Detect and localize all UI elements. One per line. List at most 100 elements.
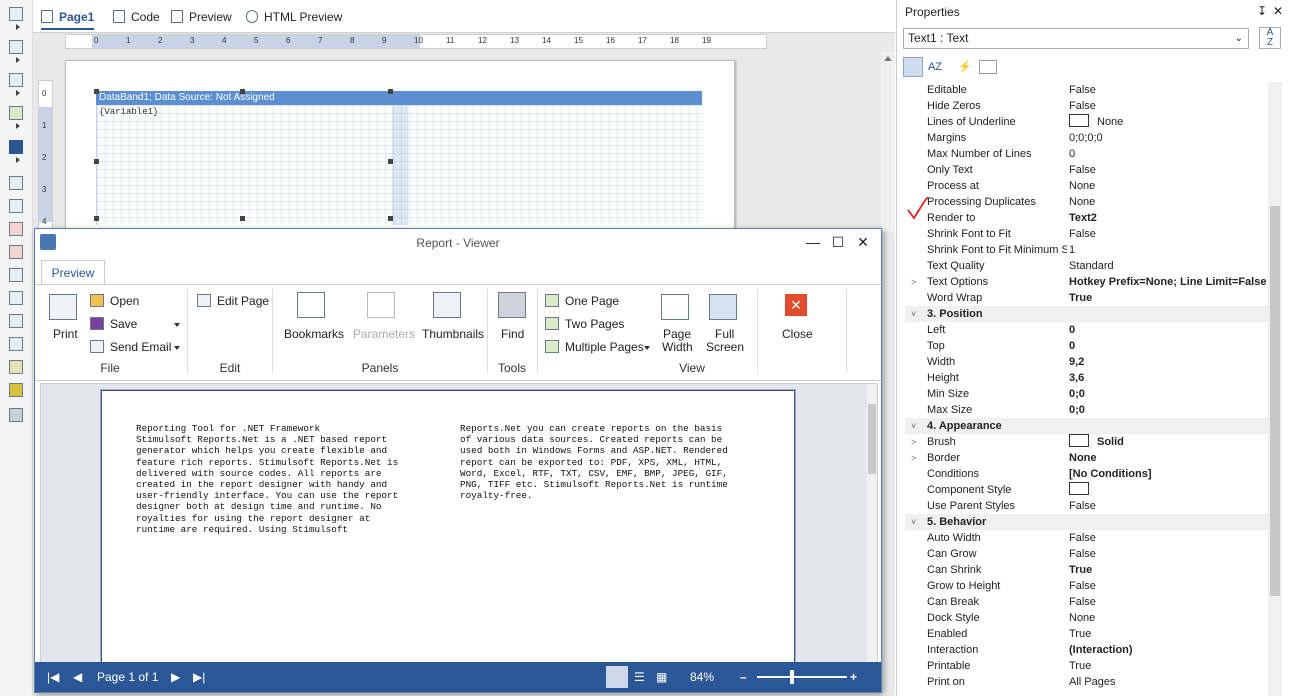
edit-page-button[interactable]: Edit Page [217, 294, 269, 308]
property-row[interactable]: Top 0 [905, 338, 1268, 354]
prev-page-icon[interactable]: ◀ [73, 670, 82, 684]
property-row[interactable]: Margins 0;0;0;0 [905, 130, 1268, 146]
zoom-slider-thumb[interactable] [790, 670, 794, 684]
resize-handle[interactable] [388, 159, 393, 164]
thumbnails-button[interactable]: Thumbnails [422, 327, 484, 341]
property-row[interactable]: Interaction (Interaction) [905, 642, 1268, 658]
property-row[interactable]: Conditions [No Conditions] [905, 466, 1268, 482]
one-page-button[interactable]: One Page [565, 294, 619, 308]
continuous-view-icon[interactable]: ☰ [634, 670, 645, 684]
close-icon[interactable]: ✕ [785, 294, 807, 316]
panel-icon[interactable] [9, 268, 23, 282]
image-component-icon[interactable] [9, 106, 23, 120]
zoom-in-icon[interactable]: + [850, 670, 857, 684]
property-value[interactable]: Solid [1069, 434, 1268, 450]
component-selector[interactable]: Text1 : Text ⌄ [903, 28, 1249, 49]
bookmarks-button[interactable]: Bookmarks [284, 327, 344, 341]
header-band-icon[interactable] [9, 40, 23, 54]
property-row[interactable]: Component Style [905, 482, 1268, 498]
close-button[interactable]: Close [782, 327, 813, 341]
tab-page1[interactable]: Page1 [41, 6, 95, 30]
property-row[interactable]: Processing Duplicates None [905, 194, 1268, 210]
tab-code[interactable]: Code [113, 6, 160, 28]
property-value[interactable]: None [1069, 194, 1268, 210]
chevron-down-icon[interactable] [174, 323, 180, 327]
scroll-thumb[interactable] [868, 404, 876, 474]
property-row[interactable]: Can Shrink True [905, 562, 1268, 578]
property-value[interactable]: True [1069, 658, 1268, 674]
resize-handle[interactable] [388, 89, 393, 94]
open-folder-icon[interactable] [90, 294, 104, 307]
last-page-icon[interactable]: ▶| [193, 670, 205, 684]
open-button[interactable]: Open [110, 294, 139, 308]
edit-page-icon[interactable] [197, 294, 211, 307]
chart-icon[interactable] [9, 383, 23, 397]
thumbnails-icon[interactable] [433, 292, 461, 318]
close-window-icon[interactable]: ✕ [853, 233, 873, 251]
full-screen-icon[interactable] [709, 294, 737, 320]
puzzle-component-icon[interactable] [9, 140, 23, 154]
property-value[interactable]: False [1069, 98, 1268, 114]
property-row[interactable]: Hide Zeros False [905, 98, 1268, 114]
databand-header[interactable]: DataBand1; Data Source: Not Assigned [96, 91, 702, 105]
send-email-icon[interactable] [90, 340, 104, 353]
report-page[interactable]: DataBand1; Data Source: Not Assigned {Va… [65, 60, 735, 232]
save-button[interactable]: Save [110, 317, 137, 331]
preview-vertical-scrollbar[interactable] [867, 384, 877, 662]
property-value[interactable]: False [1069, 530, 1268, 546]
tab-html-preview[interactable]: HTML Preview [246, 6, 342, 28]
designer-vertical-scrollbar[interactable] [881, 52, 895, 232]
property-value[interactable]: Standard [1069, 258, 1268, 274]
property-value[interactable]: None [1069, 178, 1268, 194]
print-button[interactable]: Print [53, 327, 78, 341]
property-row[interactable]: Only Text False [905, 162, 1268, 178]
property-category[interactable]: ˅ 5. Behavior [905, 514, 1268, 530]
property-row[interactable]: Width 9,2 [905, 354, 1268, 370]
property-value[interactable]: 0;0 [1069, 386, 1268, 402]
tab-preview[interactable]: Preview [171, 6, 232, 28]
properties-vertical-scrollbar[interactable] [1268, 82, 1282, 696]
property-value[interactable]: 3,6 [1069, 370, 1268, 386]
page-width-label-1[interactable]: Page [663, 327, 691, 341]
find-button[interactable]: Find [501, 327, 524, 341]
page-width-label-2[interactable]: Width [662, 340, 693, 354]
data-band-icon[interactable] [9, 73, 23, 87]
text-component-icon[interactable] [9, 222, 23, 236]
property-value[interactable]: False [1069, 578, 1268, 594]
first-page-icon[interactable]: |◀ [47, 670, 59, 684]
property-value[interactable] [1069, 482, 1268, 498]
minimize-icon[interactable]: — [803, 233, 823, 251]
resize-handle[interactable] [240, 89, 245, 94]
property-value[interactable]: Hotkey Prefix=None; Line Limit=False [1069, 274, 1268, 290]
categorized-view-icon[interactable] [903, 57, 923, 77]
property-value[interactable]: False [1069, 594, 1268, 610]
property-value[interactable]: False [1069, 546, 1268, 562]
property-row[interactable]: Editable False [905, 82, 1268, 98]
one-page-view-icon[interactable] [606, 666, 628, 688]
property-row[interactable]: Grow to Height False [905, 578, 1268, 594]
report-title-band-icon[interactable] [9, 7, 23, 21]
save-icon[interactable] [90, 317, 104, 330]
resize-handle[interactable] [94, 89, 99, 94]
page-width-icon[interactable] [661, 294, 689, 320]
resize-handle[interactable] [94, 216, 99, 221]
property-row[interactable]: Max Number of Lines 0 [905, 146, 1268, 162]
chevron-down-icon[interactable] [644, 346, 650, 350]
property-row[interactable]: Text Quality Standard [905, 258, 1268, 274]
variable-text[interactable]: {Variable1} [99, 107, 158, 117]
page-icon[interactable] [9, 176, 23, 190]
scroll-thumb[interactable] [1270, 206, 1280, 596]
expand-icon[interactable]: > [911, 434, 916, 450]
multiple-pages-icon[interactable] [545, 340, 559, 353]
property-value[interactable]: 0 [1069, 338, 1268, 354]
collapse-icon[interactable]: ˅ [911, 514, 916, 530]
property-value[interactable]: 0 [1069, 322, 1268, 338]
send-email-button[interactable]: Send Email [110, 340, 171, 354]
property-value[interactable]: None [1069, 114, 1268, 130]
property-row[interactable]: > Brush Solid [905, 434, 1268, 450]
property-row[interactable]: Min Size 0;0 [905, 386, 1268, 402]
zoom-out-icon[interactable]: – [740, 670, 747, 684]
property-value[interactable]: True [1069, 626, 1268, 642]
property-row[interactable]: Left 0 [905, 322, 1268, 338]
property-value[interactable]: None [1069, 450, 1268, 466]
